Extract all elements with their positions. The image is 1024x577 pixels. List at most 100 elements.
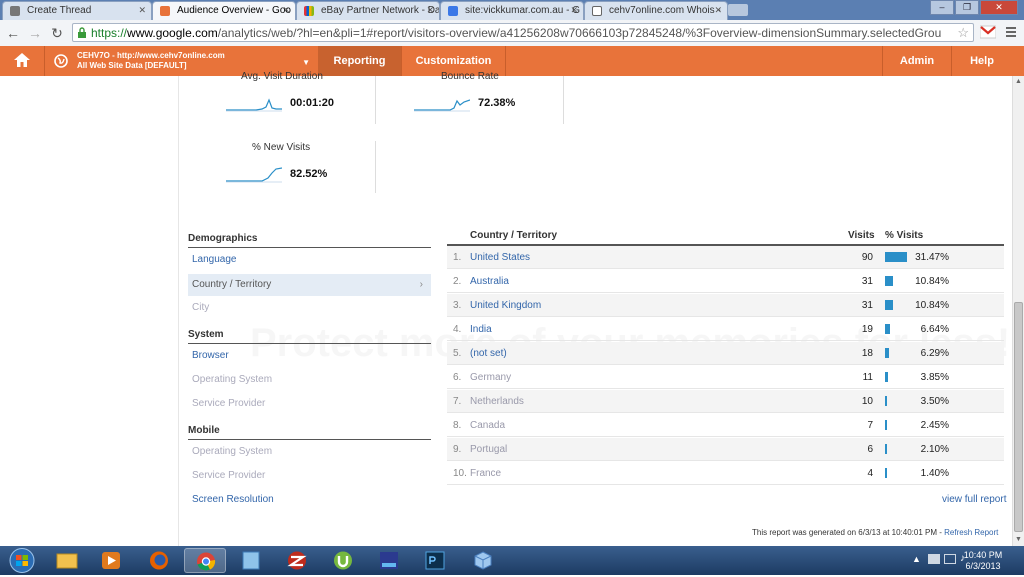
ebay-favicon-icon bbox=[304, 6, 314, 16]
row-index: 8. bbox=[453, 420, 462, 431]
sparkline[interactable] bbox=[226, 93, 282, 113]
forward-arrow-icon[interactable]: → bbox=[26, 24, 44, 42]
taskbar-photoshop[interactable] bbox=[414, 548, 456, 573]
country-link[interactable]: France bbox=[470, 468, 501, 479]
link-country-territory[interactable]: Country / Territory › bbox=[188, 274, 431, 296]
utorrent-icon bbox=[334, 551, 352, 570]
windows-start-icon[interactable] bbox=[2, 546, 42, 575]
sparkline[interactable] bbox=[414, 93, 470, 113]
pct-visits-bar bbox=[885, 324, 890, 334]
minimize-icon[interactable]: – bbox=[930, 0, 954, 15]
scroll-thumb[interactable] bbox=[1014, 302, 1023, 532]
link-browser[interactable]: Browser bbox=[192, 350, 229, 361]
windows-taskbar: ▲ ♪ 10:40 PM 6/3/2013 bbox=[0, 546, 1024, 575]
country-link[interactable]: Australia bbox=[470, 276, 509, 287]
view-full-report-link[interactable]: view full report bbox=[942, 494, 1006, 505]
metric-label: % New Visits bbox=[252, 142, 311, 153]
metric-value: 72.38% bbox=[478, 97, 516, 109]
taskbar-notes[interactable] bbox=[230, 548, 272, 573]
close-window-icon[interactable]: ✕ bbox=[980, 0, 1018, 15]
taskbar-firefox[interactable] bbox=[138, 548, 180, 573]
link-city[interactable]: City bbox=[192, 302, 209, 313]
wrench-menu-icon[interactable] bbox=[1004, 24, 1018, 40]
taskbar-chrome[interactable] bbox=[184, 548, 226, 573]
tab-google-search[interactable]: site:vickkumar.com.au - G ✕ bbox=[440, 1, 584, 20]
page-scrollbar[interactable]: ▲ ▼ bbox=[1012, 76, 1024, 546]
close-tab-icon[interactable]: ✕ bbox=[138, 5, 146, 16]
link-language[interactable]: Language bbox=[192, 254, 237, 265]
link-mobile-operating-system[interactable]: Operating System bbox=[192, 446, 272, 457]
sparkline[interactable] bbox=[226, 164, 282, 184]
metric-label: Avg. Visit Duration bbox=[241, 71, 323, 82]
address-bar[interactable]: https://www.google.com/analytics/web/?hl… bbox=[72, 23, 974, 42]
nav-reporting[interactable]: Reporting bbox=[318, 46, 402, 76]
close-tab-icon[interactable]: ✕ bbox=[570, 5, 578, 16]
close-tab-icon[interactable]: ✕ bbox=[282, 5, 290, 16]
scroll-down-icon[interactable]: ▼ bbox=[1015, 536, 1022, 543]
country-link[interactable]: Canada bbox=[470, 420, 505, 431]
pct-visits-bar bbox=[885, 372, 888, 382]
column-header-visits: Visits bbox=[848, 230, 875, 241]
country-link[interactable]: Portugal bbox=[470, 444, 507, 455]
country-link[interactable]: Netherlands bbox=[470, 396, 524, 407]
taskbar-clock[interactable]: 10:40 PM 6/3/2013 bbox=[958, 550, 1008, 572]
analytics-favicon-icon bbox=[160, 6, 170, 16]
table-row: 9. Portugal 6 2.10% bbox=[447, 438, 1004, 461]
tab-title: eBay Partner Network - Da bbox=[321, 5, 440, 16]
visits-count: 10 bbox=[861, 396, 873, 407]
tab-title: cehv7online.com Whois - bbox=[609, 5, 721, 16]
visits-count: 19 bbox=[861, 324, 873, 335]
visits-count: 18 bbox=[861, 348, 873, 359]
new-tab-button[interactable] bbox=[728, 4, 748, 16]
country-link[interactable]: United States bbox=[470, 252, 530, 263]
back-arrow-icon[interactable]: ← bbox=[4, 24, 22, 42]
taskbar-media-player[interactable] bbox=[90, 548, 132, 573]
demographics-heading: Demographics bbox=[188, 233, 431, 248]
row-index: 1. bbox=[453, 252, 462, 263]
country-link[interactable]: United Kingdom bbox=[470, 300, 541, 311]
visits-count: 31 bbox=[861, 276, 873, 287]
bookmark-star-icon[interactable]: ☆ bbox=[957, 25, 969, 41]
gmail-icon[interactable] bbox=[980, 25, 996, 39]
pct-visits-bar bbox=[885, 420, 887, 430]
taskbar-virtualbox[interactable] bbox=[462, 548, 504, 573]
link-operating-system[interactable]: Operating System bbox=[192, 374, 272, 385]
show-hidden-icons-icon[interactable]: ▲ bbox=[912, 554, 921, 564]
forum-favicon-icon bbox=[10, 6, 20, 16]
dev-app-icon bbox=[380, 552, 398, 569]
link-screen-resolution[interactable]: Screen Resolution bbox=[192, 494, 274, 505]
maximize-icon[interactable]: ❐ bbox=[955, 0, 979, 15]
nav-admin[interactable]: Admin bbox=[882, 46, 952, 76]
link-mobile-service-provider[interactable]: Service Provider bbox=[192, 470, 265, 481]
close-tab-icon[interactable]: ✕ bbox=[426, 5, 434, 16]
reload-icon[interactable]: ↻ bbox=[48, 24, 66, 42]
taskbar-filezilla[interactable] bbox=[276, 548, 318, 573]
tab-ebay-partner[interactable]: eBay Partner Network - Da ✕ bbox=[296, 1, 440, 20]
taskbar-dev[interactable] bbox=[368, 548, 410, 573]
taskbar-explorer[interactable] bbox=[46, 548, 88, 573]
column-header-country: Country / Territory bbox=[470, 230, 558, 241]
tab-create-thread[interactable]: Create Thread ✕ bbox=[2, 1, 152, 20]
taskbar-utorrent[interactable] bbox=[322, 548, 364, 573]
pct-visits-value: 3.50% bbox=[920, 396, 949, 407]
google-favicon-icon bbox=[448, 6, 458, 16]
action-center-flag-icon[interactable] bbox=[928, 554, 940, 564]
home-button[interactable] bbox=[0, 46, 45, 76]
tab-whois[interactable]: cehv7online.com Whois - ✕ bbox=[584, 1, 728, 20]
close-tab-icon[interactable]: ✕ bbox=[714, 5, 722, 16]
pct-visits-bar bbox=[885, 276, 893, 286]
folder-icon bbox=[56, 553, 78, 569]
refresh-report-link[interactable]: Refresh Report bbox=[944, 528, 998, 537]
link-service-provider[interactable]: Service Provider bbox=[192, 398, 265, 409]
network-icon[interactable] bbox=[944, 554, 956, 564]
country-link[interactable]: (not set) bbox=[470, 348, 507, 359]
tab-audience-overview[interactable]: Audience Overview - Goo ✕ bbox=[152, 1, 296, 20]
country-link[interactable]: India bbox=[470, 324, 492, 335]
system-heading: System bbox=[188, 329, 431, 344]
table-row: 8. Canada 7 2.45% bbox=[447, 414, 1004, 437]
browser-toolbar: ← → ↻ https://www.google.com/analytics/w… bbox=[0, 20, 1024, 47]
country-link[interactable]: Germany bbox=[470, 372, 511, 383]
scroll-up-icon[interactable]: ▲ bbox=[1015, 78, 1022, 85]
pct-visits-value: 1.40% bbox=[920, 468, 949, 479]
nav-help[interactable]: Help bbox=[952, 46, 1012, 76]
